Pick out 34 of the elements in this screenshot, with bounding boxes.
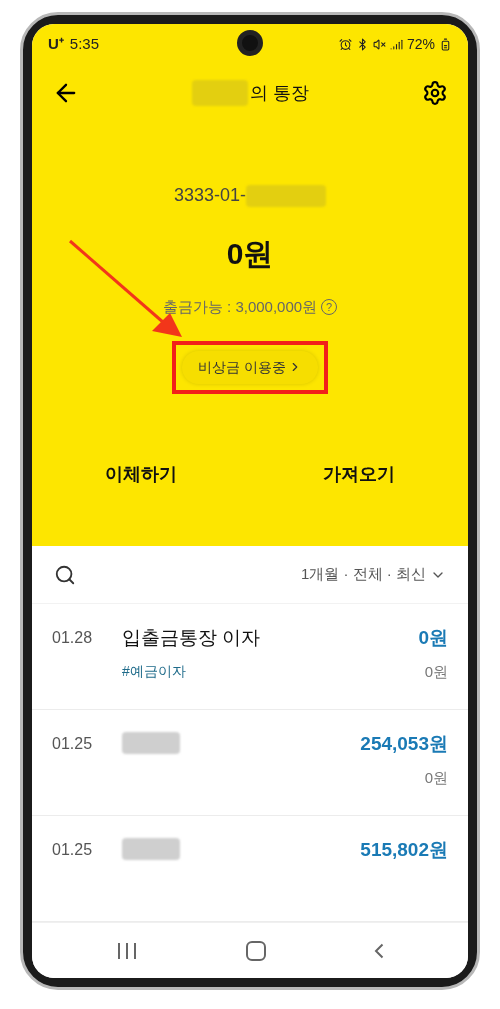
signal-icon — [389, 37, 403, 51]
account-number: 3333-01- — [173, 184, 247, 207]
battery-level: 72% — [406, 34, 435, 54]
recent-apps-button[interactable] — [116, 940, 138, 961]
search-button[interactable] — [54, 563, 76, 586]
battery-icon — [439, 37, 452, 51]
redacted-block — [122, 732, 180, 755]
action-button[interactable]: 이체하기 — [32, 453, 250, 496]
transaction-tag: #예금이자 — [122, 660, 419, 682]
alarm-icon — [338, 37, 352, 51]
emergency-fund-button[interactable]: 비상금 이용중 — [182, 350, 318, 384]
transaction-title: 입출금통장 이자 — [122, 626, 262, 651]
mute-icon — [372, 37, 386, 51]
withdrawable-amount: 출금가능 : 3,000,000원 — [162, 297, 318, 317]
balance-after: 0원 — [424, 767, 448, 788]
filter-dropdown[interactable]: 1개월 · 전체 · 최신 — [301, 563, 446, 586]
home-button[interactable] — [246, 940, 266, 961]
status-time: 5:35 — [69, 33, 100, 54]
transaction-amount: 254,053원 — [360, 732, 448, 757]
transaction-date: 01.28 — [52, 628, 94, 649]
account-title: 의 통장 — [250, 81, 310, 105]
back-nav-button[interactable] — [374, 942, 384, 959]
transaction-date: 01.25 — [52, 734, 94, 755]
back-icon — [374, 942, 384, 959]
redacted-block — [122, 838, 180, 860]
camera-hole-icon — [237, 30, 263, 56]
transaction-amount: 0원 — [418, 626, 448, 651]
balance-after: 0원 — [424, 661, 448, 682]
transaction-date: 01.25 — [52, 840, 94, 860]
carrier-label: U⁺ — [48, 33, 64, 54]
transaction-amount: 515,802원 — [360, 838, 448, 862]
action-button[interactable]: 가져오기 — [250, 453, 468, 496]
balance-amount: 0원 — [225, 236, 275, 272]
settings-button[interactable] — [422, 80, 448, 106]
